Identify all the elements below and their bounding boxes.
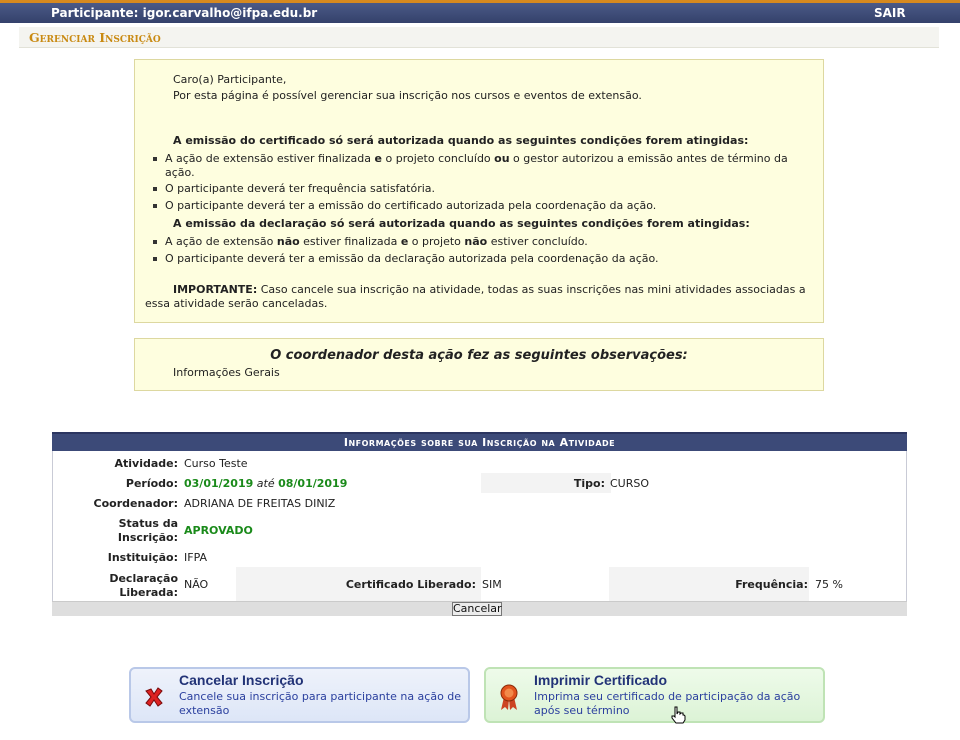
- institution-label: Instituição:: [107, 551, 178, 564]
- print-certificate-card[interactable]: Imprimir Certificado Imprima seu certifi…: [484, 667, 825, 723]
- certificate-value: SIM: [482, 578, 502, 591]
- observations-title: O coordenador desta ação fez as seguinte…: [270, 348, 688, 363]
- coordinator-value: ADRIANA DE FREITAS DINIZ: [184, 497, 336, 510]
- top-bar: Participante: igor.carvalho@ifpa.edu.br …: [0, 3, 960, 23]
- list-item: A ação de extensão não estiver finalizad…: [153, 235, 810, 249]
- list-item: O participante deverá ter a emissão da d…: [153, 252, 810, 266]
- period-label: Período:: [125, 477, 178, 490]
- declaration-value: NÃO: [184, 578, 209, 591]
- logout-link[interactable]: SAIR: [874, 6, 906, 20]
- hand-cursor-icon: [671, 706, 686, 724]
- page-title: Gerenciar Inscrição: [19, 27, 939, 48]
- red-x-icon: [145, 687, 163, 707]
- list-item: O participante deverá ter frequência sat…: [153, 182, 810, 196]
- frequency-label: Frequência:: [735, 578, 808, 591]
- cancel-button[interactable]: Cancelar: [452, 602, 502, 616]
- coordinator-observations-box: O coordenador desta ação fez as seguinte…: [134, 338, 824, 391]
- print-certificate-title: Imprimir Certificado: [534, 672, 668, 688]
- cancel-registration-title: Cancelar Inscrição: [179, 672, 304, 688]
- greeting: Caro(a) Participante,: [173, 73, 287, 86]
- declaration-label: Declaração Liberada:: [109, 572, 178, 599]
- observations-text: Informações Gerais: [173, 366, 280, 379]
- important-note: IMPORTANTE: Caso cancele sua inscrição n…: [145, 283, 806, 310]
- participant-label: Participante: igor.carvalho@ifpa.edu.br: [51, 6, 318, 20]
- instructions-box: Caro(a) Participante, Por esta página é …: [134, 59, 824, 323]
- coordinator-label: Coordenador:: [93, 497, 178, 510]
- institution-value: IFPA: [184, 551, 208, 564]
- activity-label: Atividade:: [114, 457, 178, 470]
- period-value: 03/01/2019 até 08/01/2019: [184, 477, 348, 490]
- registration-info-table: Informações sobre sua Inscrição na Ativi…: [52, 432, 907, 616]
- status-label: Status da Inscrição:: [117, 517, 178, 544]
- certificate-label: Certificado Liberado:: [345, 578, 476, 591]
- list-item: O participante deverá ter a emissão do c…: [153, 199, 810, 213]
- table-caption: Informações sobre sua Inscrição na Ativi…: [52, 432, 907, 451]
- activity-value: Curso Teste: [184, 457, 248, 470]
- cancel-registration-description: Cancele sua inscrição para participante …: [179, 690, 462, 717]
- list-item: A ação de extensão estiver finalizada e …: [153, 152, 810, 180]
- frequency-value: 75 %: [815, 578, 843, 591]
- type-label: Tipo:: [573, 477, 605, 490]
- award-ribbon-icon: [500, 684, 518, 710]
- status-value: APROVADO: [184, 524, 253, 537]
- type-value: CURSO: [610, 477, 650, 490]
- intro-text: Por esta página é possível gerenciar sua…: [173, 89, 642, 102]
- declaration-conditions-heading: A emissão da declaração só será autoriza…: [173, 217, 750, 230]
- cancel-registration-card[interactable]: Cancelar Inscrição Cancele sua inscrição…: [129, 667, 470, 723]
- certificate-conditions-heading: A emissão do certificado só será autoriz…: [173, 134, 749, 147]
